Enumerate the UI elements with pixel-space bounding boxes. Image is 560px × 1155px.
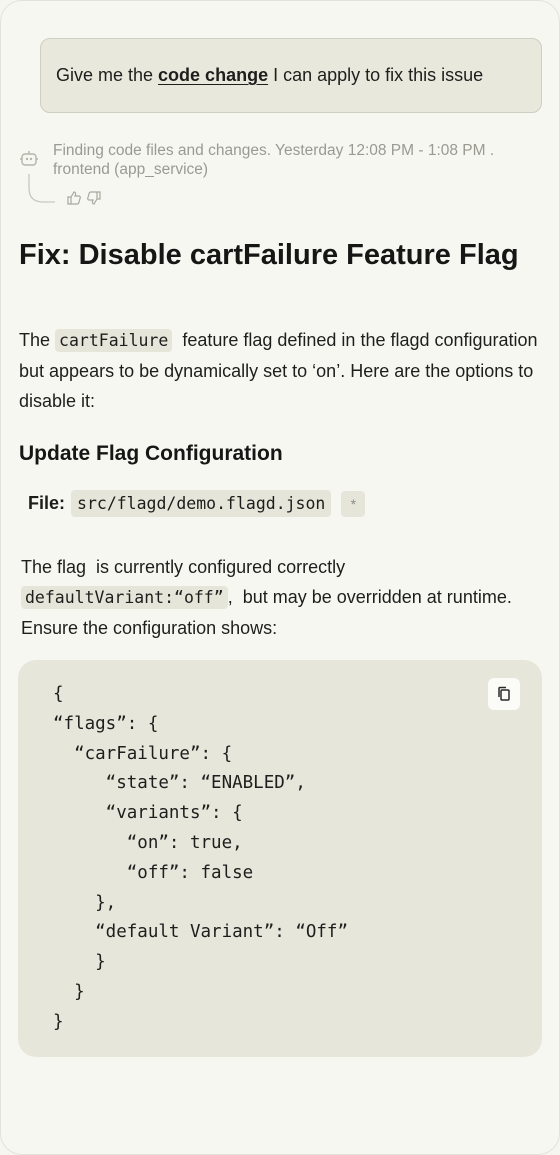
feedback-buttons (66, 190, 102, 206)
code-block: { “flags”: { “carFailure”: { “state”: “E… (18, 660, 542, 1057)
code-content: { “flags”: { “carFailure”: { “state”: “E… (53, 684, 349, 1032)
file-reference: File: src/flagd/demo.flagd.json * (28, 490, 366, 517)
section-title: Update Flag Configuration (19, 442, 283, 465)
user-message-prefix: Give me the (56, 65, 159, 85)
answer-intro: The cartFailure feature flag defined in … (19, 325, 544, 416)
desc-code: defaultVariant:“off” (21, 586, 228, 609)
config-description: The flag is currently configured correct… (21, 552, 541, 643)
intro-before: The (19, 330, 56, 350)
copy-button[interactable] (488, 678, 520, 710)
file-badge[interactable]: * (341, 490, 366, 517)
desc-before: The flag is currently configured correct… (21, 557, 351, 577)
user-message-suffix: I can apply to fix this issue (268, 65, 484, 85)
file-label: File: (28, 493, 66, 513)
answer-title: Fix: Disable cartFailure Feature Flag (19, 239, 519, 271)
intro-code: cartFailure (55, 329, 173, 352)
file-path[interactable]: src/flagd/demo.flagd.json (71, 490, 332, 517)
robot-icon (20, 151, 38, 166)
user-message-bubble: Give me the code change I can apply to f… (40, 38, 542, 113)
thumbs-down-icon[interactable] (86, 190, 102, 206)
user-message-highlight: code change (158, 65, 269, 85)
thumbs-up-icon[interactable] (66, 190, 82, 206)
thread-connector (28, 174, 55, 203)
copy-icon (498, 686, 510, 701)
assistant-status: Finding code files and changes. Yesterda… (53, 142, 495, 178)
